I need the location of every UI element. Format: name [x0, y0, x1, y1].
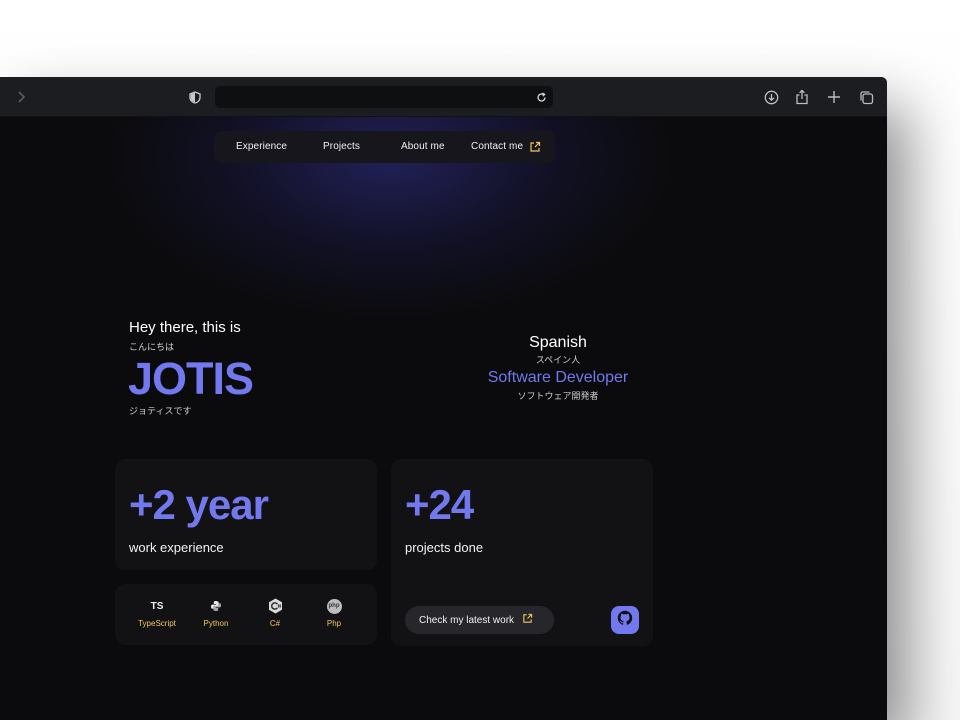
browser-toolbar [0, 77, 887, 117]
share-icon[interactable] [793, 88, 811, 106]
python-icon [186, 598, 246, 614]
experience-value: +2 year [129, 481, 269, 528]
new-tab-icon[interactable] [825, 88, 843, 106]
forward-icon[interactable] [12, 88, 30, 106]
privacy-shield-icon[interactable] [186, 88, 204, 106]
hero-nationality-jp: スペイン人 [535, 355, 581, 365]
tech-csharp: C# [245, 598, 305, 628]
experience-label: work experience [129, 540, 224, 555]
tech-label: Python [203, 619, 229, 628]
hero-role: Software Developer [487, 369, 629, 386]
tech-label: Php [326, 619, 342, 628]
download-icon[interactable] [762, 88, 780, 106]
hero-name: JOTIS [128, 353, 254, 404]
tech-typescript: TS TypeScript [127, 598, 187, 629]
tech-label: TypeScript [138, 619, 176, 628]
csharp-icon [245, 598, 305, 614]
page-content: Experience Projects About me Contact me … [0, 117, 887, 720]
php-glyph: php [326, 598, 342, 614]
tech-label: C# [269, 619, 281, 628]
ts-icon: TS [150, 600, 164, 612]
hero-nationality: Spanish [529, 334, 587, 351]
hero-name-jp: ジョティスです [129, 406, 192, 416]
cta-label: Check my latest work [419, 614, 515, 626]
check-latest-work-button[interactable]: Check my latest work [405, 606, 554, 634]
projects-card: +24 projects done Check my latest work [391, 459, 653, 646]
tech-stack-card: TS TypeScript Python C# php Php [115, 584, 377, 645]
projects-value: +24 [405, 481, 474, 528]
tech-python: Python [186, 598, 246, 628]
top-navigation: Experience Projects About me Contact me [214, 131, 555, 163]
php-icon: php [304, 598, 364, 614]
projects-label: projects done [405, 540, 484, 555]
nav-contact-me[interactable]: Contact me [471, 131, 523, 163]
browser-window: Experience Projects About me Contact me … [0, 77, 887, 720]
hero-greeting-jp: こんにちは [129, 342, 175, 352]
nav-projects[interactable]: Projects [323, 131, 360, 163]
hero-role-jp: ソフトウェア開発者 [517, 391, 599, 401]
tech-php: php Php [304, 598, 364, 628]
tab-overview-icon[interactable] [857, 88, 875, 106]
nav-experience[interactable]: Experience [236, 131, 287, 163]
reload-icon[interactable] [533, 89, 549, 105]
address-bar[interactable] [215, 86, 553, 108]
hero-role-block: Spanish スペイン人 Software Developer ソフトウェア開… [458, 334, 658, 402]
github-icon [617, 610, 633, 631]
github-button[interactable] [611, 606, 639, 634]
experience-card: +2 year work experience [115, 459, 377, 570]
external-link-icon [522, 613, 533, 627]
nav-about-me[interactable]: About me [401, 131, 445, 163]
hero-greeting: Hey there, this is [129, 319, 241, 336]
external-link-icon [529, 140, 542, 153]
